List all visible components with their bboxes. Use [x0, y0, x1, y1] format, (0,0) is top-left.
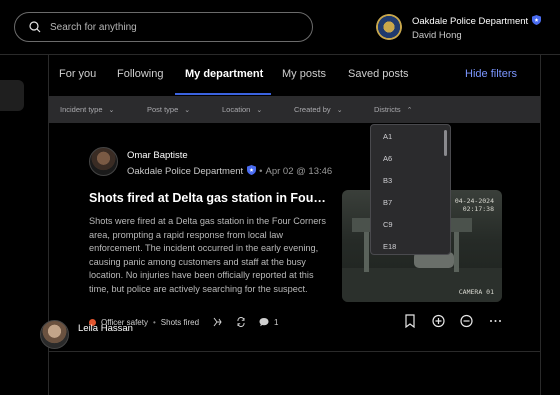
district-option[interactable]: B3 — [383, 176, 392, 185]
chevron-down-icon: ⌄ — [108, 107, 115, 114]
avatar[interactable] — [40, 320, 69, 349]
filter-label: Districts — [374, 105, 401, 114]
districts-dropdown[interactable]: A1 A6 B3 B7 C9 E18 — [370, 124, 451, 255]
post-title[interactable]: Shots fired at Delta gas station in Four… — [89, 191, 329, 205]
post-card[interactable]: Omar Baptiste Oakdale Police Department •… — [49, 123, 540, 352]
avatar[interactable] — [89, 147, 118, 176]
district-option[interactable]: C9 — [383, 220, 393, 229]
filter-bar: Incident type ⌄ Post type ⌄ Location ⌄ Crea… — [49, 96, 540, 123]
filter-created-by[interactable]: Created by ⌄ — [294, 105, 343, 114]
search-input[interactable]: Search for anything — [14, 12, 313, 42]
tab-my-posts[interactable]: My posts — [282, 68, 326, 80]
search-placeholder: Search for anything — [50, 21, 137, 33]
image-timestamp-time: 02:17:38 — [462, 205, 494, 213]
filter-districts[interactable]: Districts ⌃ — [374, 105, 413, 114]
meta-separator: • — [259, 166, 263, 177]
comment-count: 1 — [274, 317, 279, 327]
feed-tabs: For you Following My department My posts… — [49, 55, 540, 95]
tab-for-you[interactable]: For you — [59, 68, 96, 80]
department-badge-logo[interactable] — [376, 14, 402, 40]
account-department[interactable]: Oakdale Police Department — [412, 15, 542, 27]
more-options-icon[interactable] — [489, 314, 502, 328]
chevron-down-icon: ⌄ — [336, 107, 343, 114]
chevron-down-icon: ⌄ — [184, 107, 191, 114]
image-pillar — [364, 232, 369, 272]
post-author[interactable]: Leila Hassan — [78, 323, 133, 334]
tab-my-department[interactable]: My department — [185, 68, 263, 80]
search-icon — [29, 21, 41, 33]
district-option[interactable]: A1 — [383, 132, 392, 141]
account-user-name: David Hong — [412, 30, 462, 41]
chevron-up-icon: ⌃ — [406, 107, 413, 114]
tab-following[interactable]: Following — [117, 68, 163, 80]
remove-circle-icon[interactable] — [460, 314, 473, 328]
image-timestamp: 04-24-2024 02:17:38 — [455, 197, 494, 213]
filter-incident-type[interactable]: Incident type ⌄ — [60, 105, 114, 114]
tag-separator: • — [152, 317, 156, 327]
filter-post-type[interactable]: Post type ⌄ — [147, 105, 190, 114]
image-ground — [342, 268, 502, 302]
feed-column: For you Following My department My posts… — [48, 55, 541, 395]
chevron-down-icon: ⌄ — [256, 107, 263, 114]
post-meta: Oakdale Police Department • Apr 02 @ 13:46 — [127, 165, 332, 177]
image-timestamp-date: 04-24-2024 — [454, 197, 494, 205]
verified-shield-icon — [247, 165, 257, 175]
top-bar: Search for anything Oakdale Police Depar… — [0, 0, 560, 55]
account-department-name: Oakdale Police Department — [412, 16, 529, 27]
filter-label: Created by — [294, 105, 331, 114]
comment-icon — [259, 318, 269, 327]
filter-label: Location — [222, 105, 251, 114]
comment-button[interactable]: 1 — [259, 317, 279, 327]
dropdown-scrollbar[interactable] — [444, 130, 447, 156]
repost-icon[interactable] — [236, 317, 246, 327]
filter-location[interactable]: Location ⌄ — [222, 105, 262, 114]
bookmark-icon[interactable] — [404, 314, 417, 329]
tab-saved-posts[interactable]: Saved posts — [348, 68, 409, 80]
post-actions — [402, 314, 502, 329]
post-body: Shots were fired at a Delta gas station … — [89, 216, 326, 294]
image-pillar — [454, 232, 459, 272]
tag-shots-fired[interactable]: Shots fired — [161, 318, 199, 327]
post-department[interactable]: Oakdale Police Department — [127, 166, 243, 177]
image-camera-label: CAMERA 01 — [458, 288, 494, 296]
district-option[interactable]: B7 — [383, 198, 392, 207]
post-author[interactable]: Omar Baptiste — [127, 150, 188, 161]
filter-label: Incident type — [60, 105, 103, 114]
add-circle-icon[interactable] — [432, 314, 445, 328]
district-option[interactable]: E18 — [383, 242, 396, 251]
sidebar-stub[interactable] — [0, 80, 24, 111]
post-date: Apr 02 @ 13:46 — [265, 166, 333, 177]
share-network-icon[interactable] — [212, 317, 222, 327]
hide-filters-link[interactable]: Hide filters — [465, 68, 517, 80]
filter-label: Post type — [147, 105, 179, 114]
verified-shield-icon — [532, 15, 542, 25]
district-option[interactable]: A6 — [383, 154, 392, 163]
active-tab-indicator — [175, 93, 271, 95]
